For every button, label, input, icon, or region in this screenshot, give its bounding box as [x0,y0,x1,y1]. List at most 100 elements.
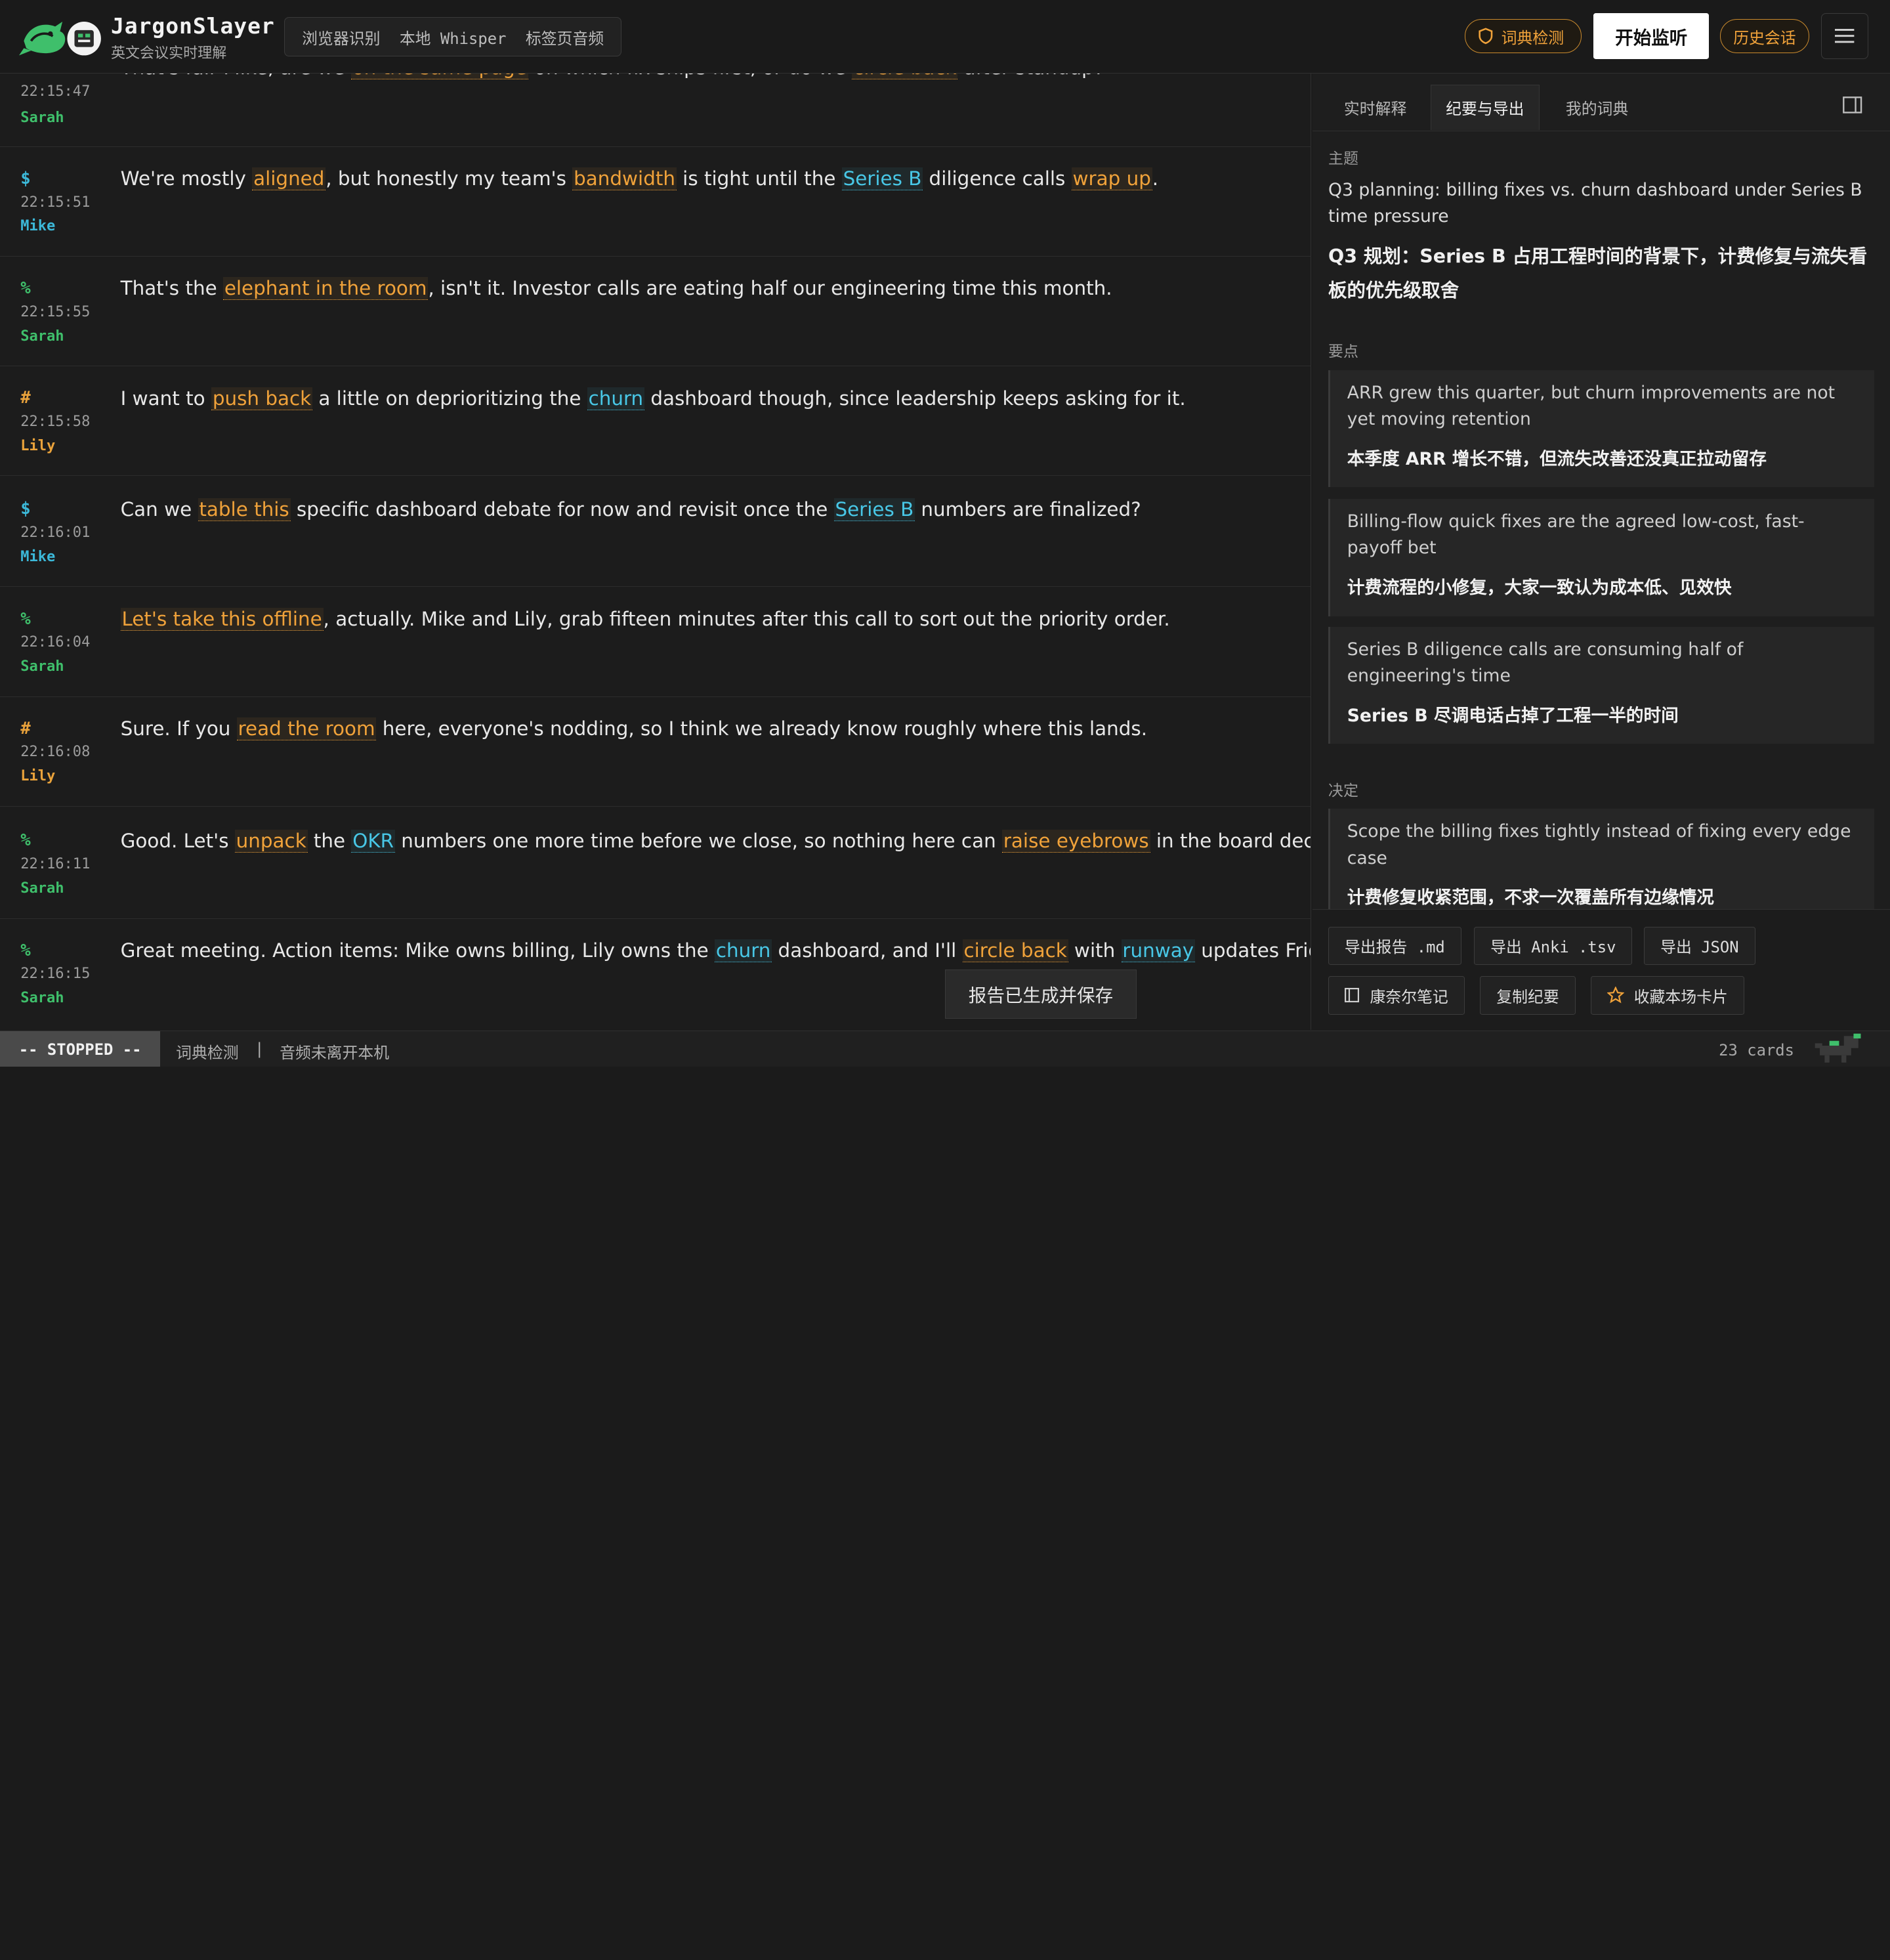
speaker-symbol: $ [20,499,31,519]
key-points-label: 要点 [1328,343,1358,361]
panel-toggle-icon[interactable] [1843,96,1862,114]
key-point-card: ARR grew this quarter, but churn improve… [1328,370,1875,487]
jargon-term[interactable]: elephant in the room [223,277,429,301]
timestamp: 22:15:47 [20,83,91,100]
panel-tabs: 实时解释 纪要与导出 我的词典 [1312,74,1890,132]
jargon-term[interactable]: circle back [962,939,1068,962]
point-chinese: Series B 尽调电话占掉了工程一半的时间 [1347,705,1679,726]
decision-english: Scope the billing fixes tightly instead … [1347,821,1851,868]
timestamp: 22:15:58 [20,413,91,430]
app-window: JargonSlayer 英文会议实时理解 浏览器识别 本地 Whisper 标… [0,0,1890,1067]
transcript-row: % 22:16:11 Sarah Good. Let's unpack the … [0,809,1311,919]
side-panel: 实时解释 纪要与导出 我的词典 主题 Q3 planning: billing … [1312,74,1890,1030]
jargon-term[interactable]: Let's take this offline [120,607,324,631]
export-anki-button[interactable]: 导出 Anki .tsv [1474,926,1633,966]
app-subtitle: 英文会议实时理解 [110,45,227,62]
topic-english: Q3 planning: billing fixes vs. churn das… [1328,179,1862,227]
listening-state-badge: -- STOPPED -- [0,1031,161,1067]
speaker-name: Sarah [20,658,64,675]
business-term[interactable]: Series B [841,167,923,191]
point-chinese: 本季度 ARR 增长不错，但流失改善还没真正拉动留存 [1347,448,1767,469]
dict-check-button[interactable]: 词典检测 [1464,19,1582,53]
status-audio-note: 音频未离开本机 [280,1044,390,1063]
jargon-term[interactable]: circle back [852,74,958,80]
point-english: ARR grew this quarter, but churn improve… [1347,382,1836,429]
transcript-row: $ 22:16:01 Mike Can we table this specif… [0,477,1311,587]
point-english: Billing-flow quick fixes are the agreed … [1347,511,1805,559]
utterance-text: Great meeting. Action items: Mike owns b… [120,939,1311,962]
tab-live-explain[interactable]: 实时解释 [1330,85,1421,131]
mode-tab-browser[interactable]: 浏览器识别 [292,26,390,49]
start-listening-button[interactable]: 开始监听 [1593,13,1710,59]
speaker-name: Lily [20,437,56,454]
timestamp: 22:15:55 [20,303,91,320]
brand: JargonSlayer 英文会议实时理解 [111,13,275,62]
tab-my-dictionary[interactable]: 我的词典 [1551,85,1643,131]
speaker-name: Sarah [20,110,64,127]
speaker-name: Sarah [20,880,64,897]
decisions-label: 决定 [1328,782,1358,799]
jargon-term[interactable]: raise eyebrows [1002,829,1150,853]
jargon-term[interactable]: push back [211,387,312,410]
status-separator: | [257,1040,262,1059]
utterance-text: That's fair Mike, are we on the same pag… [121,74,1104,80]
copy-minutes-button[interactable]: 复制纪要 [1480,975,1576,1015]
jargon-term[interactable]: on the same page [350,74,528,80]
utterance-text: That's the elephant in the room, isn't i… [120,277,1112,301]
transcript-row: % 22:15:55 Sarah That's the elephant in … [0,257,1311,367]
jargon-term[interactable]: bandwidth [572,167,677,191]
jargon-term[interactable]: read the room [236,717,377,740]
shield-icon [1479,28,1493,45]
utterance-text: I want to push back a little on depriori… [120,387,1186,410]
business-term[interactable]: Series B [833,498,915,521]
favorite-cards-button[interactable]: 收藏本场卡片 [1591,975,1744,1015]
timestamp: 22:16:11 [20,856,91,873]
transcript-row: That's fair Mike, are we on the same pag… [0,74,1311,148]
export-md-button[interactable]: 导出报告 .md [1328,926,1461,966]
pixel-dragon-icon [1815,1034,1861,1063]
topic-label: 主题 [1328,150,1358,168]
status-dict-check: 词典检测 [176,1044,239,1063]
speaker-symbol: % [20,830,31,851]
transcript-row: # 22:15:58 Lily I want to push back a li… [0,366,1311,477]
minutes-content[interactable]: 主题 Q3 planning: billing fixes vs. churn … [1312,131,1890,909]
jargon-term[interactable]: aligned [252,167,326,191]
export-toolbar: 导出报告 .md 导出 Anki .tsv 导出 JSON 康奈尔笔记 复制纪要… [1312,908,1890,1030]
business-term[interactable]: churn [714,939,772,962]
speaker-symbol: # [20,388,31,408]
hamburger-icon [1835,29,1855,43]
card-count: 23 cards [1719,1041,1795,1060]
key-point-card: Series B diligence calls are consuming h… [1328,627,1875,744]
jargon-term[interactable]: wrap up [1071,167,1152,191]
decision-card: Scope the billing fixes tightly instead … [1328,809,1875,909]
business-term[interactable]: churn [587,387,644,410]
history-button[interactable]: 历史会话 [1719,19,1809,53]
jargon-term[interactable]: unpack [234,829,308,853]
notebook-icon [1344,988,1359,1003]
top-bar: JargonSlayer 英文会议实时理解 浏览器识别 本地 Whisper 标… [0,0,1890,74]
utterance-text: Sure. If you read the room here, everyon… [120,717,1148,740]
recognition-mode-tabs: 浏览器识别 本地 Whisper 标签页音频 [284,16,621,57]
point-chinese: 计费流程的小修复，大家一致认为成本低、见效快 [1347,578,1732,599]
speaker-symbol: % [20,940,31,960]
timestamp: 22:16:08 [20,744,91,761]
cornell-notes-button[interactable]: 康奈尔笔记 [1328,975,1465,1015]
saved-toast: 报告已生成并保存 [944,969,1137,1019]
jargon-term[interactable]: table this [198,498,291,521]
business-term[interactable]: runway [1121,939,1195,962]
menu-button[interactable] [1821,13,1868,59]
speaker-symbol: $ [20,169,31,189]
speaker-name: Mike [20,548,56,565]
topic-chinese: Q3 规划：Series B 占用工程时间的背景下，计费修复与流失看板的优先级取… [1328,245,1868,301]
timestamp: 22:16:15 [20,966,91,983]
mode-tab-whisper[interactable]: 本地 Whisper [390,26,516,49]
timestamp: 22:16:04 [20,634,91,651]
export-json-button[interactable]: 导出 JSON [1644,926,1755,966]
mode-tab-tab-audio[interactable]: 标签页音频 [516,26,614,49]
utterance-text: Good. Let's unpack the OKR numbers one m… [120,829,1311,853]
tab-minutes-export[interactable]: 纪要与导出 [1431,84,1540,131]
transcript-list[interactable]: That's fair Mike, are we on the same pag… [0,74,1312,1030]
app-name: JargonSlayer [110,13,275,39]
business-term[interactable]: OKR [351,829,395,853]
utterance-text: Can we table this specific dashboard deb… [120,498,1141,521]
